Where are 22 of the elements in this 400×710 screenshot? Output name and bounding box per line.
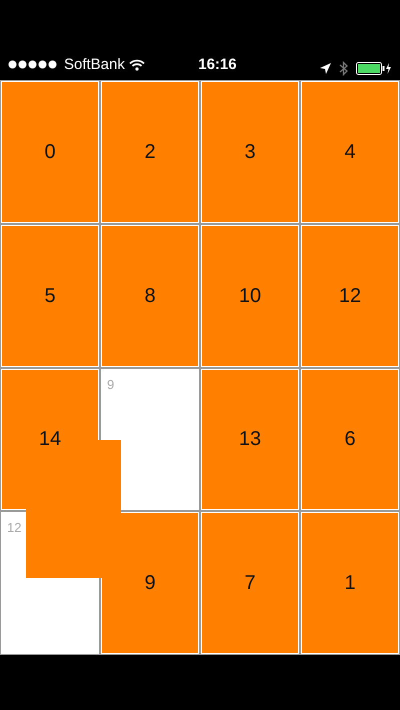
number-tile[interactable]: 2 xyxy=(102,82,198,222)
battery-icon xyxy=(356,62,392,75)
number-tile[interactable]: 1 xyxy=(302,513,398,653)
number-tile[interactable]: 4 xyxy=(302,82,398,222)
wifi-icon xyxy=(128,58,145,71)
number-tile[interactable]: 6 xyxy=(302,370,398,510)
status-time: 16:16 xyxy=(198,54,237,74)
number-tile[interactable]: 13 xyxy=(202,370,298,510)
number-tile[interactable]: 12 xyxy=(302,226,398,366)
number-tile[interactable]: 5 xyxy=(2,226,98,366)
carrier-name: SoftBank xyxy=(64,54,125,74)
number-tile[interactable]: 9 xyxy=(102,513,198,653)
bluetooth-icon xyxy=(339,61,348,76)
number-tile[interactable]: 10 xyxy=(202,226,298,366)
location-arrow-icon xyxy=(320,63,331,74)
number-tile[interactable]: 3 xyxy=(202,82,298,222)
number-tile[interactable]: 7 xyxy=(202,513,298,653)
slot-index: 12 xyxy=(7,519,22,538)
slot-index: 9 xyxy=(107,376,114,394)
number-tile[interactable]: 8 xyxy=(102,226,198,366)
number-tile[interactable]: 0 xyxy=(2,82,98,222)
number-tile[interactable]: 14 xyxy=(2,370,98,510)
